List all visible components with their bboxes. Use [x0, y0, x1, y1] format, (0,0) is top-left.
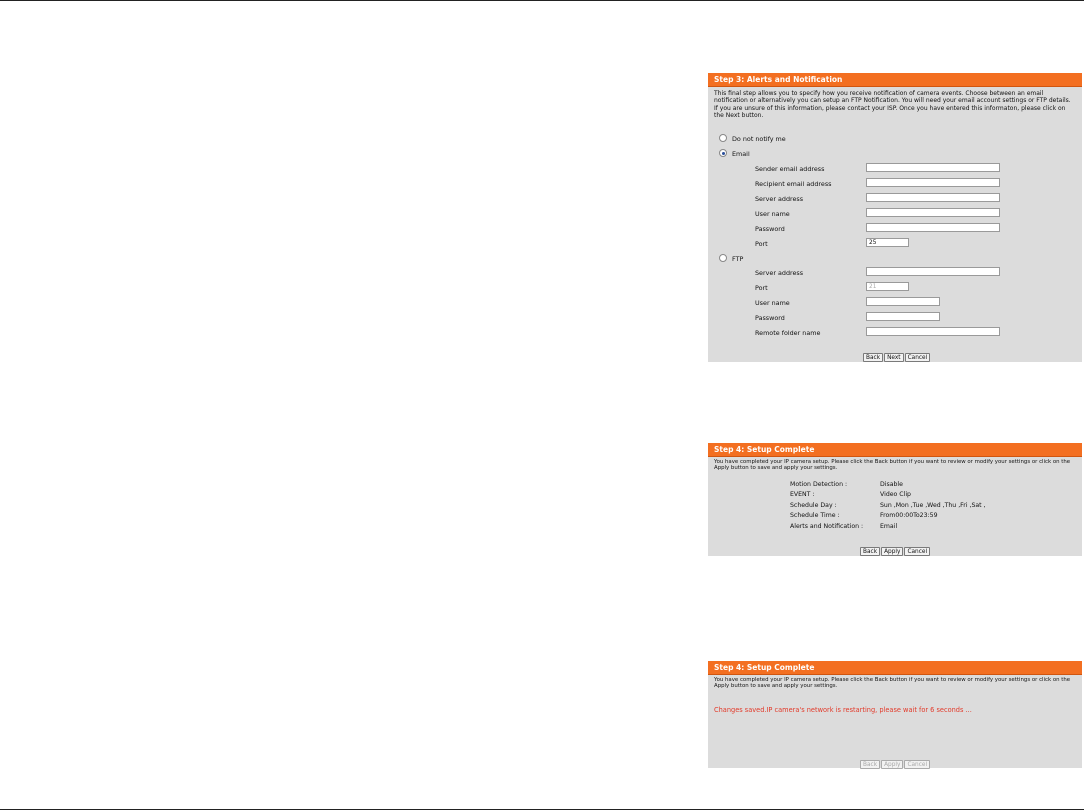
option-do-not-notify[interactable]: Do not notify me [719, 134, 786, 143]
radio-email[interactable] [719, 149, 727, 157]
step3-cancel-button[interactable]: Cancel [904, 353, 931, 362]
ftp-password-label: Password [755, 314, 785, 322]
step3-button-bar: Back Next Cancel [863, 344, 931, 363]
option-ftp[interactable]: FTP [719, 254, 744, 263]
ftp-port-input[interactable]: 21 [866, 282, 909, 291]
ftp-password-input[interactable] [866, 312, 940, 321]
summary-value-day: Sun ,Mon ,Tue ,Wed ,Thu ,Fri ,Sat , [880, 502, 986, 509]
step3-back-button[interactable]: Back [863, 353, 884, 362]
step3-title: Step 3: Alerts and Notification [708, 73, 1082, 87]
step4-saved-description: You have completed your IP camera setup.… [714, 677, 1071, 690]
step4-cancel-button[interactable]: Cancel [904, 547, 931, 556]
sender-email-label: Sender email address [755, 165, 825, 173]
email-port-label: Port [755, 240, 768, 248]
radio-do-not-notify[interactable] [719, 134, 727, 142]
recipient-email-label: Recipient email address [755, 180, 832, 188]
summary-value-event: Video Clip [880, 491, 911, 498]
step4-apply-button[interactable]: Apply [881, 547, 904, 556]
summary-label-day: Schedule Day : [790, 502, 837, 509]
ftp-user-label: User name [755, 299, 790, 307]
ftp-port-label: Port [755, 284, 768, 292]
ftp-server-label: Server address [755, 269, 804, 277]
email-port-input[interactable]: 25 [866, 238, 909, 247]
step4-saved-button-bar: Back Apply Cancel [860, 751, 931, 770]
option-email[interactable]: Email [719, 149, 750, 158]
step4-summary-button-bar: Back Apply Cancel [860, 538, 931, 557]
step4-saved-title: Step 4: Setup Complete [708, 661, 1082, 675]
email-server-label: Server address [755, 195, 804, 203]
step3-next-button[interactable]: Next [884, 353, 904, 362]
top-rule [0, 0, 1084, 1]
summary-label-alerts: Alerts and Notification : [790, 523, 864, 530]
restart-status-message: Changes saved.IP camera's network is res… [714, 706, 972, 714]
email-user-input[interactable] [866, 208, 1000, 217]
summary-value-alerts: Email [880, 523, 898, 530]
option-ftp-label: FTP [732, 255, 744, 263]
step4-saved-cancel-button: Cancel [904, 760, 931, 769]
step3-description: This final step allows you to specify ho… [714, 90, 1071, 120]
email-password-input[interactable] [866, 223, 1000, 232]
recipient-email-input[interactable] [866, 178, 1000, 187]
summary-label-event: EVENT : [790, 491, 815, 498]
ftp-server-input[interactable] [866, 267, 1000, 276]
summary-label-motion: Motion Detection : [790, 481, 848, 488]
step4-saved-back-button: Back [860, 760, 881, 769]
summary-value-motion: Disable [880, 481, 903, 488]
radio-ftp[interactable] [719, 254, 727, 262]
step4-summary-title: Step 4: Setup Complete [708, 443, 1082, 457]
ftp-folder-input[interactable] [866, 327, 1000, 336]
email-server-input[interactable] [866, 193, 1000, 202]
summary-value-time: From00:00To23:59 [880, 512, 938, 519]
email-password-label: Password [755, 225, 785, 233]
summary-label-time: Schedule Time : [790, 512, 840, 519]
ftp-folder-label: Remote folder name [755, 329, 821, 337]
step4-summary-description: You have completed your IP camera setup.… [714, 459, 1071, 472]
ftp-user-input[interactable] [866, 297, 940, 306]
bottom-rule [0, 809, 1084, 810]
step4-back-button[interactable]: Back [860, 547, 881, 556]
sender-email-input[interactable] [866, 163, 1000, 172]
option-email-label: Email [732, 150, 750, 158]
step4-saved-apply-button: Apply [881, 760, 904, 769]
option-do-not-notify-label: Do not notify me [732, 135, 786, 143]
email-user-label: User name [755, 210, 790, 218]
